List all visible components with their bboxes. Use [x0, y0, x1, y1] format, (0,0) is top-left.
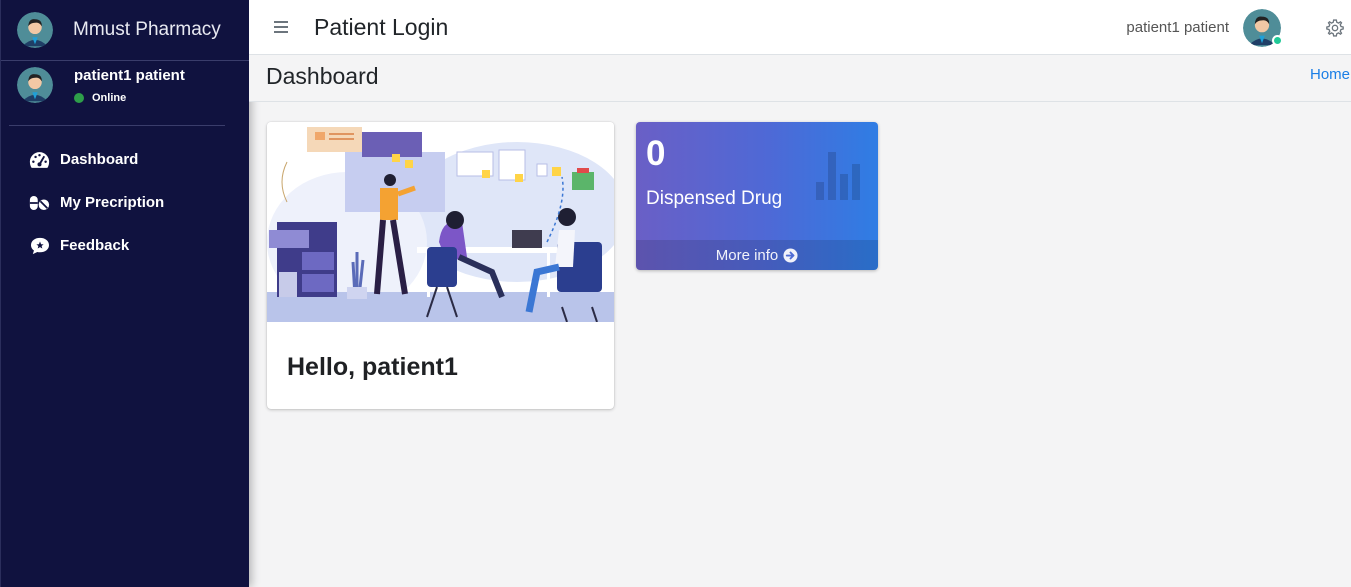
dispensed-drug-count: 0	[646, 134, 666, 173]
office-illustration	[267, 122, 614, 322]
top-navbar: Patient Login patient1 patient	[249, 0, 1351, 55]
menu-toggle-icon[interactable]	[274, 21, 288, 33]
navbar-user-name[interactable]: patient1 patient	[1126, 19, 1229, 36]
sidebar-item-dashboard[interactable]: Dashboard	[1, 138, 249, 181]
online-dot-icon	[74, 93, 84, 103]
dispensed-drug-label: Dispensed Drug	[646, 188, 783, 209]
page-title: Patient Login	[314, 13, 449, 40]
more-info-link[interactable]: More info	[636, 240, 878, 270]
navbar-user-avatar[interactable]	[1243, 8, 1283, 47]
pills-icon	[29, 192, 50, 213]
sidebar-nav: Dashboard My Precription Feedback	[1, 138, 249, 267]
gear-icon[interactable]	[1325, 18, 1345, 38]
user-panel: patient1 patient Online	[9, 61, 225, 126]
online-indicator-icon	[1272, 34, 1283, 46]
user-name[interactable]: patient1 patient	[74, 67, 185, 84]
brand-link[interactable]: Mmust Pharmacy	[1, 0, 249, 61]
arrow-circle-right-icon	[783, 247, 798, 263]
sidebar: Mmust Pharmacy patient1 patient Online D…	[0, 0, 249, 587]
greeting-text: Hello, patient1	[287, 353, 458, 381]
status-text: Online	[92, 92, 127, 104]
user-avatar	[17, 67, 53, 103]
welcome-card: Hello, patient1	[267, 122, 614, 409]
breadcrumb-home[interactable]: Home	[1310, 66, 1350, 83]
sidebar-item-feedback[interactable]: Feedback	[1, 224, 249, 267]
sidebar-item-label: Feedback	[60, 237, 130, 254]
brand-name: Mmust Pharmacy	[73, 19, 221, 40]
comment-icon	[29, 235, 50, 256]
sidebar-item-my-prescription[interactable]: My Precription	[1, 181, 249, 224]
sidebar-item-label: Dashboard	[60, 151, 139, 168]
brand-avatar	[17, 12, 53, 48]
content-title: Dashboard	[266, 63, 379, 89]
bar-chart-icon	[816, 152, 860, 200]
tachometer-icon	[29, 149, 50, 170]
more-info-label: More info	[715, 246, 779, 264]
sidebar-item-label: My Precription	[60, 194, 165, 211]
status-badge: Online	[74, 92, 185, 104]
content-header: Dashboard Home	[249, 55, 1351, 102]
dispensed-drug-box: 0 Dispensed Drug More info	[636, 122, 878, 270]
